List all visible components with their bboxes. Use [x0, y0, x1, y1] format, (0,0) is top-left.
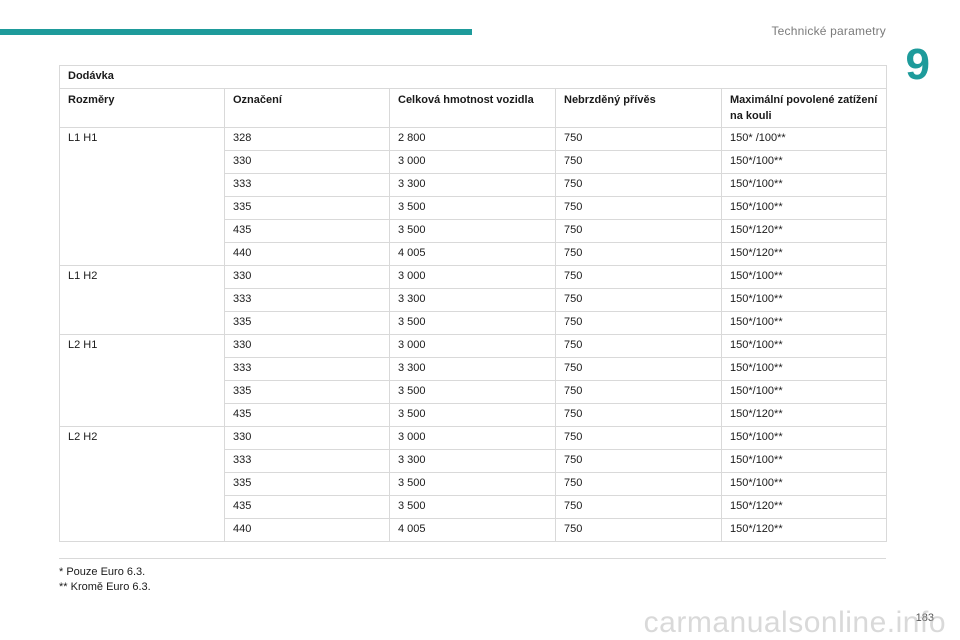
- gross-weight-cell: 3 500: [389, 403, 556, 427]
- gross-weight-cell: 3 300: [389, 357, 556, 381]
- table-row: L2 H2 330 3 000 750 150*/100**: [59, 426, 888, 542]
- trailer-cell: 750: [555, 380, 722, 404]
- gross-weight-cell: 3 500: [389, 495, 556, 519]
- nose-weight-cell: 150*/100**: [720, 196, 888, 220]
- trailer-cell: 750: [555, 449, 722, 473]
- trailer-cell: 750: [555, 265, 722, 289]
- trailer-cell: 750: [555, 127, 722, 151]
- nose-weight-cell: 150*/100**: [720, 173, 888, 197]
- gross-weight-cell: 3 000: [389, 265, 556, 289]
- trailer-cell: 750: [555, 196, 722, 220]
- designation-cell: 335: [224, 472, 390, 496]
- trailer-cell: 750: [555, 403, 722, 427]
- gross-weight-cell: 4 005: [389, 242, 556, 266]
- footnote: * Pouze Euro 6.3.: [59, 566, 146, 578]
- designation-cell: 440: [224, 518, 390, 542]
- table-title: Dodávka: [58, 65, 888, 89]
- trailer-cell: 750: [555, 357, 722, 381]
- designation-cell: 335: [224, 196, 390, 220]
- chapter-number: 9: [905, 40, 930, 89]
- table-body: L1 H1 328 2 800 750 150* /100** 330 3 000 750 15…: [59, 127, 888, 542]
- designation-cell: 335: [224, 311, 390, 335]
- trailer-cell: 750: [555, 242, 722, 266]
- nose-weight-cell: 150*/100**: [720, 265, 888, 289]
- gross-weight-cell: 3 300: [389, 173, 556, 197]
- column-header-unbraked-trailer: Nebrzděný přívěs: [555, 88, 722, 128]
- trailer-cell: 750: [555, 518, 722, 542]
- nose-weight-cell: 150*/100**: [720, 472, 888, 496]
- designation-cell: 333: [224, 357, 390, 381]
- table-row: L1 H2 330 3 000 750 150*/100**: [59, 265, 888, 335]
- watermark: carmanualsonline.info: [643, 606, 946, 639]
- column-header-designation: Označení: [224, 88, 390, 128]
- nose-weight-cell: 150*/120**: [720, 219, 888, 243]
- gross-weight-cell: 2 800: [389, 127, 556, 151]
- designation-cell: 435: [224, 403, 390, 427]
- nose-weight-cell: 150*/120**: [720, 518, 888, 542]
- trailer-cell: 750: [555, 472, 722, 496]
- nose-weight-cell: 150* /100**: [720, 127, 888, 151]
- designation-cell: 328: [224, 127, 390, 151]
- gross-weight-cell: 3 300: [389, 449, 556, 473]
- nose-weight-cell: 150*/100**: [720, 426, 888, 450]
- dimension-cell: L2 H1: [59, 334, 225, 427]
- designation-cell: 330: [224, 265, 390, 289]
- designation-cell: 330: [224, 150, 390, 174]
- trailer-cell: 750: [555, 173, 722, 197]
- gross-weight-cell: 3 300: [389, 288, 556, 312]
- trailer-cell: 750: [555, 219, 722, 243]
- column-header-gross-weight: Celková hmotnost vozidla: [389, 88, 556, 128]
- trailer-cell: 750: [555, 495, 722, 519]
- nose-weight-cell: 150*/120**: [720, 403, 888, 427]
- designation-cell: 435: [224, 495, 390, 519]
- footnote: ** Kromě Euro 6.3.: [59, 581, 151, 593]
- nose-weight-cell: 150*/100**: [720, 334, 888, 358]
- gross-weight-cell: 3 000: [389, 150, 556, 174]
- gross-weight-cell: 3 500: [389, 219, 556, 243]
- specs-table: Dodávka Rozměry Označení Celková hmotnos…: [58, 65, 888, 542]
- trailer-cell: 750: [555, 288, 722, 312]
- table-row: L1 H1 328 2 800 750 150* /100**: [59, 127, 888, 266]
- designation-cell: 330: [224, 426, 390, 450]
- nose-weight-cell: 150*/120**: [720, 242, 888, 266]
- gross-weight-cell: 3 500: [389, 196, 556, 220]
- dimension-cell: L1 H2: [59, 265, 225, 335]
- gross-weight-cell: 3 500: [389, 472, 556, 496]
- column-header-max-nose-weight: Maximální povolené zatížení na kouli: [720, 88, 888, 128]
- trailer-cell: 750: [555, 334, 722, 358]
- gross-weight-cell: 3 000: [389, 334, 556, 358]
- designation-cell: 335: [224, 380, 390, 404]
- nose-weight-cell: 150*/100**: [720, 380, 888, 404]
- nose-weight-cell: 150*/100**: [720, 449, 888, 473]
- designation-cell: 435: [224, 219, 390, 243]
- designation-cell: 333: [224, 288, 390, 312]
- trailer-cell: 750: [555, 311, 722, 335]
- gross-weight-cell: 3 000: [389, 426, 556, 450]
- header-accent-bar: [0, 29, 472, 35]
- designation-cell: 330: [224, 334, 390, 358]
- nose-weight-cell: 150*/100**: [720, 357, 888, 381]
- designation-cell: 440: [224, 242, 390, 266]
- section-title: Technické parametry: [771, 24, 886, 38]
- designation-cell: 333: [224, 449, 390, 473]
- footnote-divider: [59, 558, 886, 559]
- nose-weight-cell: 150*/100**: [720, 311, 888, 335]
- trailer-cell: 750: [555, 426, 722, 450]
- gross-weight-cell: 3 500: [389, 380, 556, 404]
- trailer-cell: 750: [555, 150, 722, 174]
- gross-weight-cell: 3 500: [389, 311, 556, 335]
- column-header-dimensions: Rozměry: [59, 88, 225, 128]
- nose-weight-cell: 150*/100**: [720, 288, 888, 312]
- nose-weight-cell: 150*/120**: [720, 495, 888, 519]
- dimension-cell: L1 H1: [59, 127, 225, 266]
- dimension-cell: L2 H2: [59, 426, 225, 542]
- table-row: L2 H1 330 3 000 750 150*/100**: [59, 334, 888, 427]
- nose-weight-cell: 150*/100**: [720, 150, 888, 174]
- designation-cell: 333: [224, 173, 390, 197]
- gross-weight-cell: 4 005: [389, 518, 556, 542]
